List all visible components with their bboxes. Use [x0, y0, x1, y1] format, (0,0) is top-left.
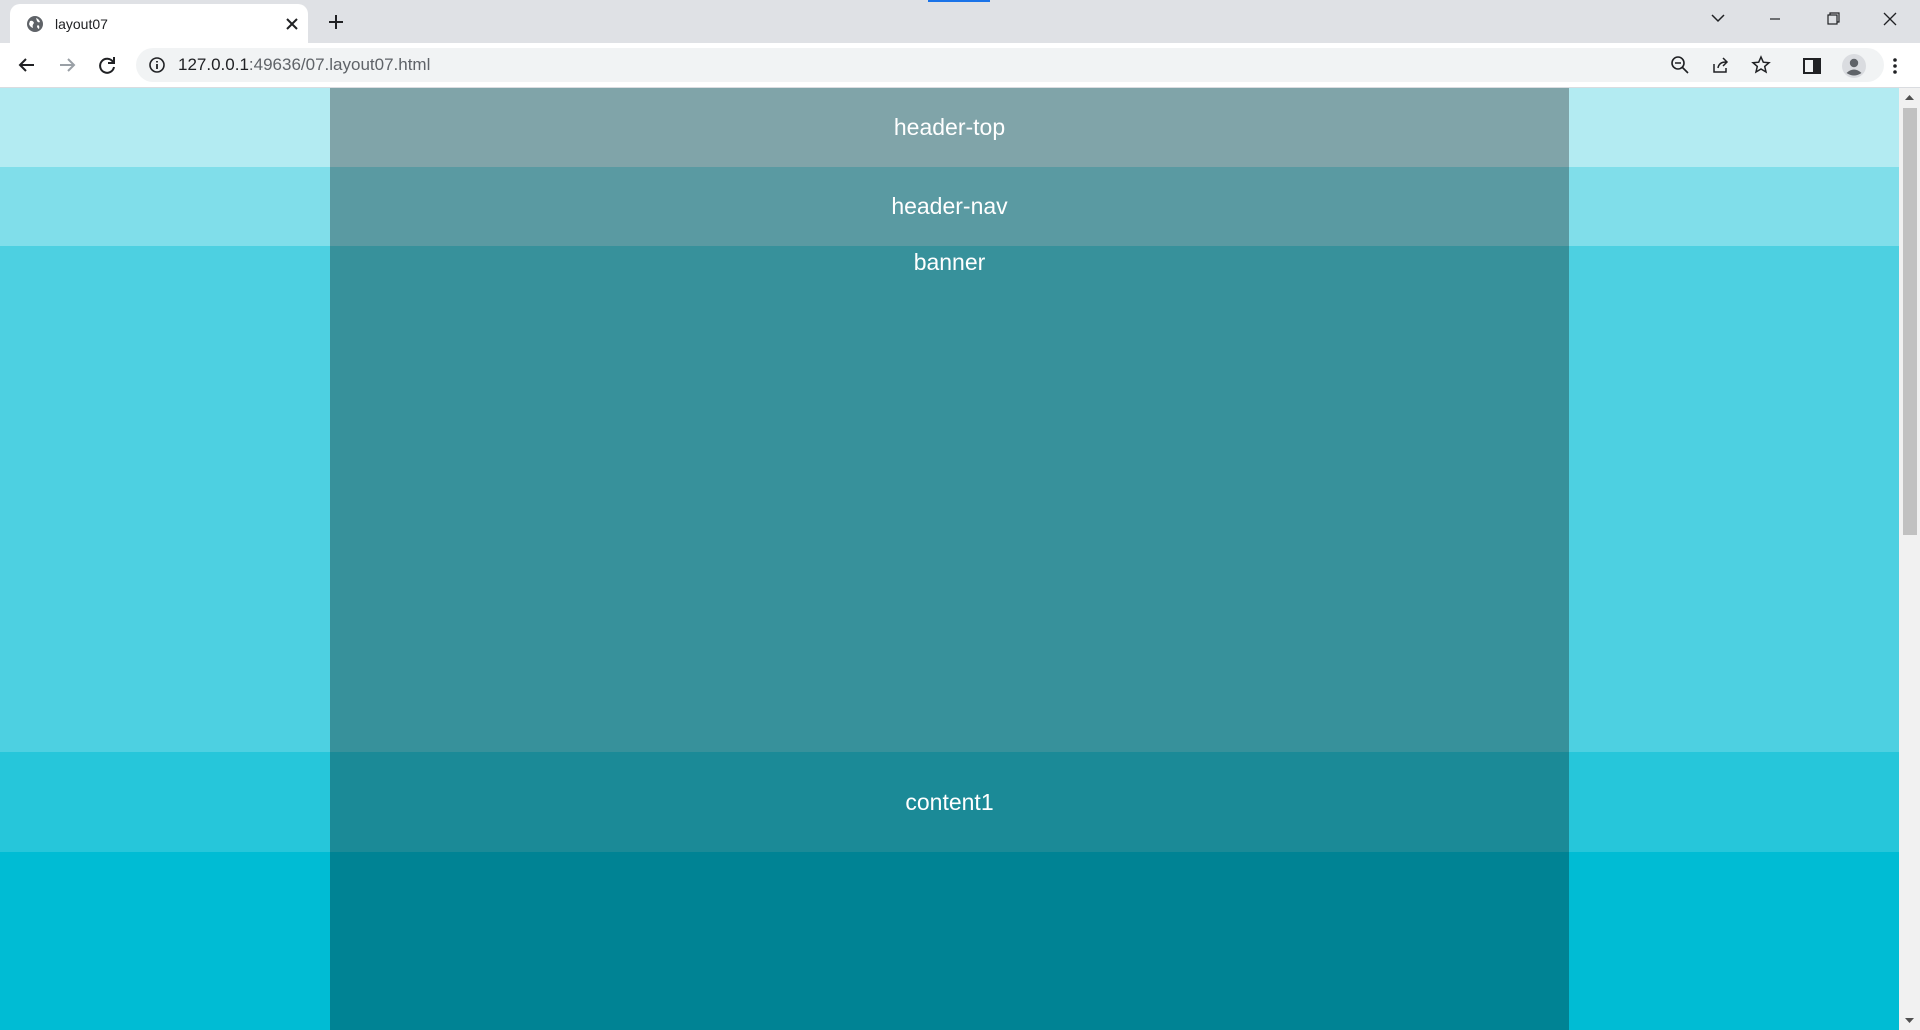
forward-arrow-icon[interactable]: [53, 51, 81, 79]
more-vert-icon[interactable]: [1884, 55, 1906, 77]
header-top-section: header-top: [0, 88, 1899, 167]
banner: banner: [330, 246, 1569, 752]
zoom-out-icon[interactable]: [1670, 55, 1690, 75]
header-nav-section: header-nav: [0, 167, 1899, 246]
info-icon[interactable]: [148, 56, 166, 74]
tab-strip: layout07: [0, 0, 1920, 43]
vertical-scrollbar[interactable]: [1899, 88, 1920, 1030]
restore-icon[interactable]: [1817, 6, 1849, 32]
header-nav: header-nav: [330, 167, 1569, 246]
scroll-thumb[interactable]: [1903, 108, 1917, 535]
globe-icon: [27, 16, 43, 32]
content1-section: content1: [0, 752, 1899, 852]
plus-icon[interactable]: [324, 10, 348, 34]
window-close-icon[interactable]: [1874, 6, 1906, 32]
share-icon[interactable]: [1711, 55, 1731, 75]
page-viewport: header-top header-nav banner content1: [0, 88, 1899, 1030]
url-text[interactable]: 127.0.0.1:49636/07.layout07.html: [178, 56, 430, 74]
scroll-down-arrow-icon[interactable]: [1904, 1015, 1915, 1026]
banner-section: banner: [0, 246, 1899, 752]
profile-icon[interactable]: [1841, 53, 1867, 79]
scroll-up-arrow-icon[interactable]: [1904, 92, 1915, 103]
close-icon[interactable]: [282, 14, 302, 34]
reload-icon[interactable]: [93, 51, 121, 79]
chevron-down-icon[interactable]: [1702, 6, 1734, 32]
content2-section: [0, 852, 1899, 1030]
url-path: :49636/07.layout07.html: [248, 55, 431, 74]
content2: [330, 852, 1569, 1030]
side-panel-icon[interactable]: [1801, 55, 1823, 77]
minimize-icon[interactable]: [1759, 6, 1791, 32]
url-host: 127.0.0.1: [178, 55, 249, 74]
drag-indicator: [928, 0, 990, 2]
star-icon[interactable]: [1751, 55, 1771, 75]
browser-toolbar: 127.0.0.1:49636/07.layout07.html: [0, 43, 1920, 88]
header-top: header-top: [330, 88, 1569, 167]
content1: content1: [330, 752, 1569, 852]
tab-title: layout07: [55, 16, 108, 32]
back-arrow-icon[interactable]: [13, 51, 41, 79]
browser-tab[interactable]: layout07: [10, 4, 308, 43]
address-bar[interactable]: 127.0.0.1:49636/07.layout07.html: [136, 48, 1884, 82]
